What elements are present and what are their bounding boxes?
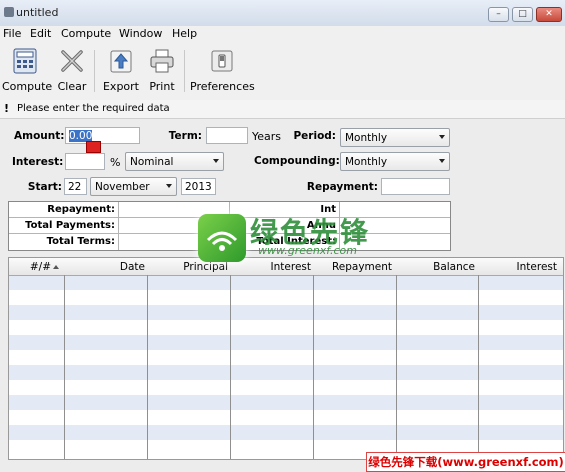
repayment-label: Repayment: xyxy=(306,181,378,193)
maximize-button[interactable]: □ xyxy=(512,7,533,22)
validation-flag-icon xyxy=(86,141,101,153)
title-bar: untitled – □ ✕ xyxy=(0,0,565,27)
start-label: Start: xyxy=(27,181,62,193)
summary-total-terms-label: Total Terms: xyxy=(46,236,115,247)
toolbar-separator xyxy=(94,50,95,92)
repayment-input[interactable] xyxy=(381,178,450,195)
menu-help[interactable]: Help xyxy=(172,27,197,40)
chevron-down-icon xyxy=(213,159,219,163)
sort-ascending-icon xyxy=(53,265,59,269)
period-label: Period: xyxy=(293,130,336,142)
term-label: Term: xyxy=(168,130,202,142)
term-unit: Years xyxy=(252,130,282,143)
column-header-date[interactable]: Date xyxy=(65,261,145,273)
printer-icon xyxy=(150,49,174,73)
schedule-table[interactable]: #/# Date Principal Interest Repayment Ba… xyxy=(8,257,564,460)
menu-edit[interactable]: Edit xyxy=(30,27,51,40)
preferences-switch-icon xyxy=(211,50,233,72)
column-header-number[interactable]: #/# xyxy=(9,261,51,273)
menu-bar: File Edit Compute Window Help xyxy=(0,26,565,44)
compounding-select[interactable]: Monthly xyxy=(340,152,450,171)
preferences-button[interactable]: Preferences xyxy=(190,48,255,96)
interest-unit: % xyxy=(110,156,121,169)
window-title: untitled xyxy=(16,6,59,19)
print-label: Print xyxy=(149,80,175,93)
column-header-interest-2[interactable]: Interest xyxy=(479,261,557,273)
amount-label: Amount: xyxy=(14,130,65,142)
interest-label: Interest: xyxy=(12,156,64,168)
app-icon xyxy=(4,7,14,17)
message-text: Please enter the required data xyxy=(17,103,170,114)
toolbar: Compute Clear Export Print Preferences xyxy=(0,44,565,101)
export-button[interactable]: Export xyxy=(100,48,142,96)
start-year-input[interactable]: 2013 xyxy=(181,178,216,195)
chevron-down-icon xyxy=(439,135,445,139)
compute-label: Compute xyxy=(2,80,53,93)
chevron-down-icon xyxy=(166,184,172,188)
export-label: Export xyxy=(102,80,139,93)
summary-total-payments-label: Total Payments: xyxy=(25,220,115,231)
compute-button[interactable]: Compute xyxy=(2,48,53,96)
watermark-logo xyxy=(198,214,246,262)
calculator-icon xyxy=(13,48,37,74)
menu-compute[interactable]: Compute xyxy=(61,27,111,40)
table-header: #/# Date Principal Interest Repayment Ba… xyxy=(9,258,563,276)
start-month-value: November xyxy=(95,181,150,193)
toolbar-separator xyxy=(184,50,185,92)
compounding-value: Monthly xyxy=(345,156,388,168)
amount-input[interactable]: 0.00 xyxy=(65,127,140,144)
print-button[interactable]: Print xyxy=(145,48,179,96)
start-month-select[interactable]: November xyxy=(90,177,177,196)
export-arrow-icon xyxy=(110,50,132,73)
clear-label: Clear xyxy=(57,80,87,93)
start-day-input[interactable]: 22 xyxy=(64,178,87,195)
watermark-url: www.greenxf.com xyxy=(258,244,357,257)
column-header-principal[interactable]: Principal xyxy=(148,261,228,273)
chevron-down-icon xyxy=(439,159,445,163)
warning-icon: ! xyxy=(4,102,10,115)
clear-x-icon xyxy=(61,50,83,72)
menu-file[interactable]: File xyxy=(3,27,21,40)
interest-type-select[interactable]: Nominal xyxy=(125,152,224,171)
summary-repayment-label: Repayment: xyxy=(47,204,115,215)
preferences-label: Preferences xyxy=(190,80,255,93)
menu-window[interactable]: Window xyxy=(119,27,162,40)
column-header-balance[interactable]: Balance xyxy=(397,261,475,273)
close-button[interactable]: ✕ xyxy=(536,7,562,22)
minimize-button[interactable]: – xyxy=(488,7,509,22)
term-input[interactable] xyxy=(206,127,248,144)
interest-input[interactable] xyxy=(65,153,105,170)
period-select[interactable]: Monthly xyxy=(340,128,450,147)
compounding-label: Compounding: xyxy=(254,155,340,167)
column-header-repayment[interactable]: Repayment xyxy=(314,261,392,273)
clear-button[interactable]: Clear xyxy=(54,48,90,96)
column-header-interest[interactable]: Interest xyxy=(231,261,311,273)
wifi-signal-icon xyxy=(206,231,238,251)
message-bar: ! Please enter the required data xyxy=(0,100,565,119)
interest-type-value: Nominal xyxy=(130,156,174,168)
footer-watermark: 绿色先锋下载(www.greenxf.com) xyxy=(366,452,565,472)
period-value: Monthly xyxy=(345,132,388,144)
